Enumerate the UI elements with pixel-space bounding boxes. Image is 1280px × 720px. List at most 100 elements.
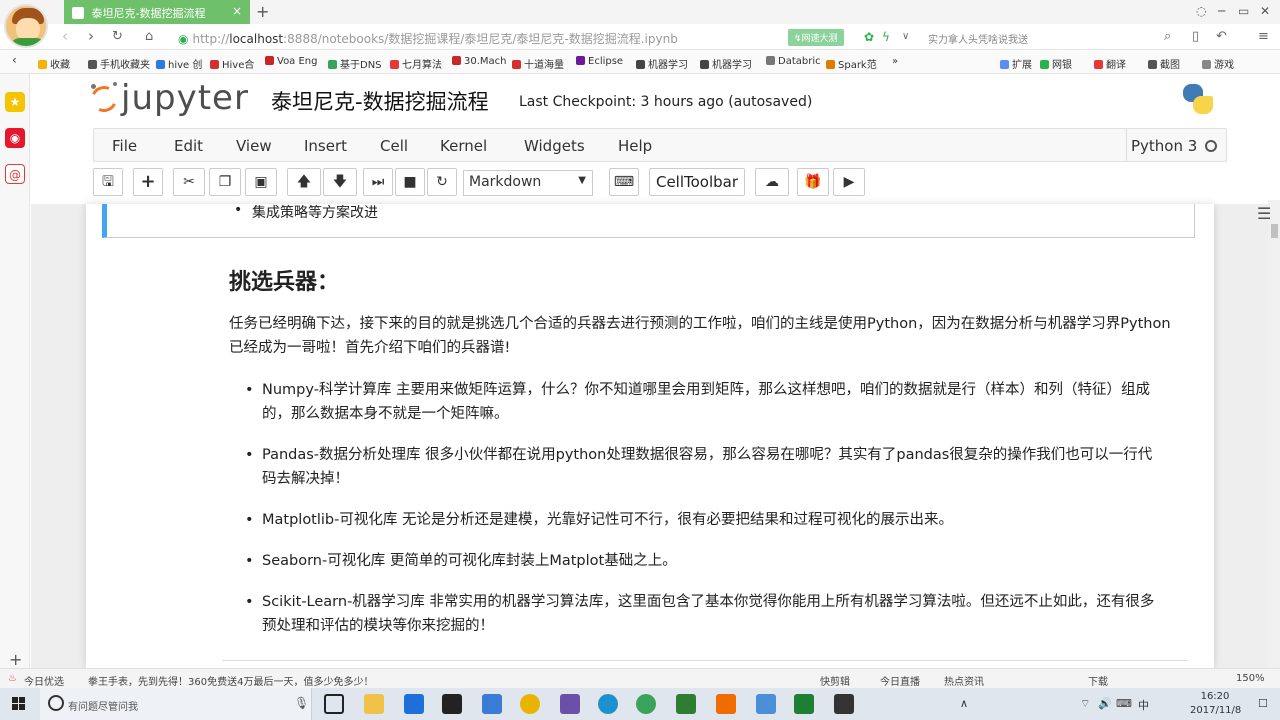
slideshow-button[interactable]: ▶: [833, 168, 865, 196]
network-icon[interactable]: ⌔: [1080, 697, 1090, 711]
quick-edit-link[interactable]: 快剪辑: [820, 673, 850, 688]
task-view-icon[interactable]: [324, 694, 344, 714]
jupyter-logo[interactable]: jupyter: [87, 78, 249, 118]
back-icon[interactable]: ‹: [62, 27, 68, 45]
windows-start-icon[interactable]: [12, 697, 26, 711]
notifications-icon[interactable]: ☐: [1258, 697, 1268, 710]
games-button[interactable]: 游戏: [1202, 56, 1234, 71]
menu-cell[interactable]: Cell: [380, 137, 408, 155]
menu-icon[interactable]: ≡: [1258, 29, 1269, 44]
taskbar-search[interactable]: 有问题尽管问我 🎙: [40, 688, 312, 720]
excel-icon[interactable]: [794, 694, 814, 714]
copy-button[interactable]: ❐: [209, 168, 241, 196]
insert-cell-button[interactable]: +: [133, 168, 163, 196]
translate-button[interactable]: 翻译: [1094, 56, 1126, 71]
cell-type-select[interactable]: Markdown ▼: [463, 170, 593, 196]
mobile-icon[interactable]: ▯: [1192, 29, 1199, 44]
bookmark-item[interactable]: 收藏: [38, 56, 70, 71]
previous-markdown-cell[interactable]: 集成策略等方案改进: [102, 202, 1195, 238]
close-window-icon[interactable]: ✕: [1260, 4, 1270, 18]
settings-icon[interactable]: ✿: [864, 30, 874, 44]
celltoolbar-button[interactable]: CellToolbar: [649, 168, 745, 196]
save-button[interactable]: 🖫: [93, 168, 123, 196]
bookmark-item[interactable]: Voa Eng: [265, 56, 318, 67]
undo-icon[interactable]: ↶: [1216, 29, 1227, 44]
news-ticker[interactable]: 实力拿人头凭啥说我送: [928, 31, 1028, 46]
sidebar-toggle-icon[interactable]: ☰: [1257, 204, 1271, 223]
bookmark-item[interactable]: 机器学习: [636, 56, 688, 71]
hot-news-link[interactable]: 热点资讯: [944, 673, 984, 688]
reload-icon[interactable]: ↻: [112, 29, 123, 44]
dropdown-chevron-icon[interactable]: ∨: [902, 31, 909, 42]
bookmarks-scroll-left-icon[interactable]: ‹: [12, 53, 17, 67]
store-icon[interactable]: [442, 694, 462, 714]
online-banking-button[interactable]: 网银: [1040, 56, 1072, 71]
app-icon[interactable]: [482, 694, 502, 714]
tray-up-icon[interactable]: ∧: [960, 697, 968, 710]
promo-ticker[interactable]: 拳王手表，先到先得！360免费送4万最后一天，值多少免多少！: [88, 673, 373, 688]
skin-icon[interactable]: ◌: [1196, 4, 1206, 18]
gift-button[interactable]: 🎁: [797, 168, 829, 196]
new-tab-button[interactable]: +: [256, 2, 269, 21]
page-scrollbar[interactable]: [1268, 200, 1280, 668]
visual-studio-icon[interactable]: [560, 694, 580, 714]
interrupt-button[interactable]: ■: [395, 168, 425, 196]
file-explorer-icon[interactable]: [364, 694, 384, 714]
live-today-link[interactable]: 今日直播: [880, 673, 920, 688]
menu-widgets[interactable]: Widgets: [524, 137, 585, 155]
jupyter-app-icon[interactable]: [716, 694, 736, 714]
next-code-cell[interactable]: [222, 660, 1188, 668]
app-icon[interactable]: [756, 694, 776, 714]
360-browser-icon[interactable]: [598, 694, 618, 714]
ime-indicator[interactable]: 中: [1138, 697, 1149, 713]
bookmark-item[interactable]: Eclipse: [576, 56, 623, 67]
zoom-level[interactable]: 150%: [1236, 673, 1265, 684]
keyboard-icon[interactable]: ⌨: [1116, 697, 1132, 710]
menu-help[interactable]: Help: [618, 137, 652, 155]
menu-view[interactable]: View: [236, 137, 272, 155]
cloud-upload-button[interactable]: ☁: [755, 168, 789, 196]
bookmark-item[interactable]: 七月算法: [390, 56, 442, 71]
maximize-icon[interactable]: ▭: [1238, 4, 1249, 18]
menu-edit[interactable]: Edit: [174, 137, 203, 155]
bookmark-item[interactable]: hive 创: [156, 56, 202, 71]
menu-file[interactable]: File: [112, 137, 137, 155]
edge-icon[interactable]: [404, 694, 424, 714]
microphone-icon[interactable]: 🎙: [294, 696, 309, 710]
daily-picks-link[interactable]: 今日优选: [24, 673, 64, 688]
bookmark-item[interactable]: Spark范: [826, 56, 877, 71]
menu-insert[interactable]: Insert: [304, 137, 347, 155]
chrome-icon[interactable]: [520, 694, 540, 714]
search-icon[interactable]: ⌕: [1164, 29, 1171, 44]
taskbar-clock[interactable]: 16:20 2017/11/8: [1190, 690, 1241, 718]
restart-button[interactable]: ↻: [427, 168, 457, 196]
lightning-icon[interactable]: ϟ: [882, 30, 890, 44]
home-icon[interactable]: ⌂: [145, 29, 153, 44]
bookmark-item[interactable]: 十道海量: [512, 56, 564, 71]
bookmark-item[interactable]: Databric: [766, 56, 821, 67]
scrollbar-thumb[interactable]: [1271, 224, 1278, 238]
at-mail-icon[interactable]: @: [5, 164, 25, 184]
notebook-title[interactable]: 泰坦尼克-数据挖掘流程: [271, 86, 489, 116]
tab-close-icon[interactable]: ×: [232, 4, 242, 18]
extensions-button[interactable]: 扩展: [1000, 56, 1032, 71]
screenshot-button[interactable]: 截图: [1148, 56, 1180, 71]
browser-tab-active[interactable]: 泰坦尼克-数据挖掘流程 ×: [64, 0, 250, 24]
speed-test-badge[interactable]: ↯网速大测: [788, 29, 844, 46]
url-field[interactable]: ◉ http://localhost:8888/notebooks/数据挖掘课程/…: [178, 30, 678, 47]
sidebar-add-icon[interactable]: +: [9, 650, 22, 669]
downloads-link[interactable]: 下载: [1088, 673, 1108, 688]
move-down-button[interactable]: 🡇: [323, 168, 357, 196]
bookmark-item[interactable]: 机器学习: [700, 56, 752, 71]
volume-icon[interactable]: 🔊: [1098, 697, 1112, 710]
forward-icon[interactable]: ›: [88, 27, 94, 45]
paste-button[interactable]: ▣: [245, 168, 277, 196]
bookmark-item[interactable]: 基于DNS: [328, 56, 382, 71]
markdown-cell-rendered[interactable]: 挑选兵器： 任务已经明确下达，接下来的目的就是挑选几个合适的兵器去进行预测的工作…: [229, 264, 1179, 655]
minimize-icon[interactable]: ─: [1218, 4, 1225, 18]
bookmarks-more-button[interactable]: »: [892, 56, 898, 67]
pycharm-icon[interactable]: [676, 694, 696, 714]
bookmark-item[interactable]: 手机收藏夹: [88, 56, 150, 71]
command-palette-button[interactable]: ⌨: [609, 168, 639, 196]
star-icon[interactable]: ★: [5, 92, 25, 112]
